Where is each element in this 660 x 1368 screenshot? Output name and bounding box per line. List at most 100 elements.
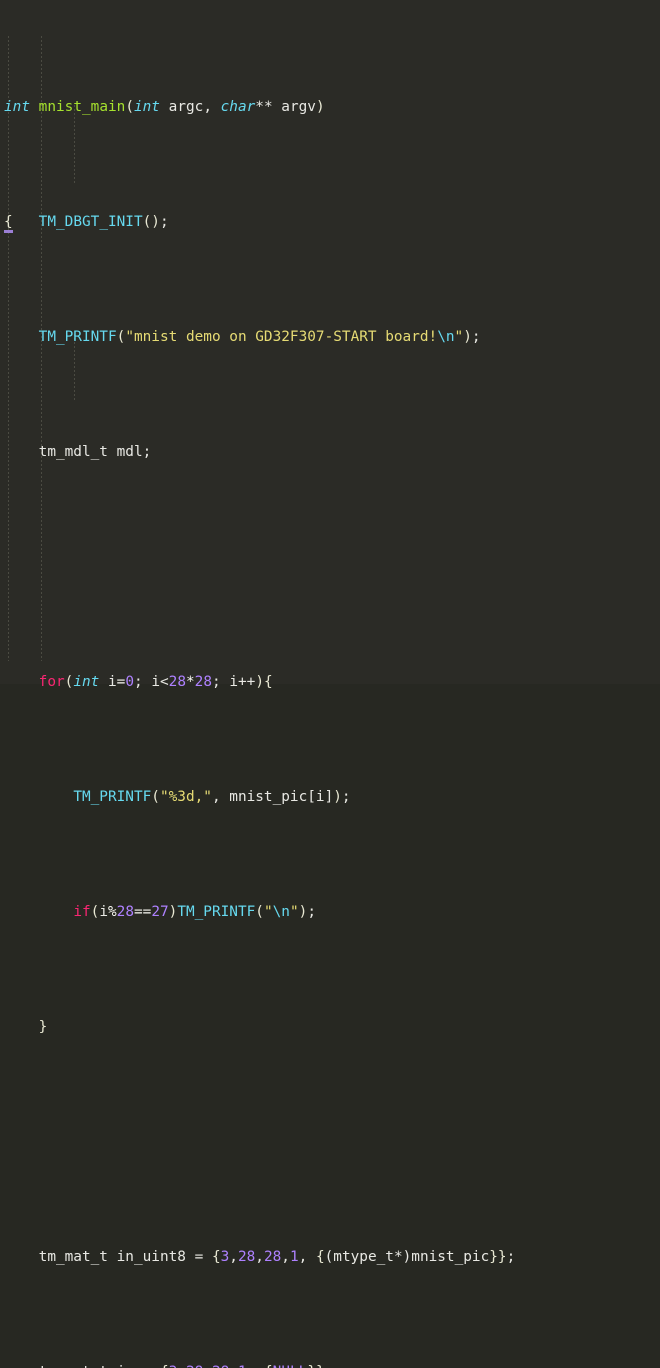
token-mod: %: [107, 904, 117, 920]
token-num-28: 28: [116, 904, 134, 920]
token-escape: \n: [437, 329, 455, 345]
token-num-28a: 28: [186, 1364, 203, 1368]
token-param-type: int: [133, 99, 160, 115]
token-comma2: ,: [255, 1249, 264, 1265]
token-paren-close: ): [333, 789, 342, 805]
token-mult: *: [186, 674, 195, 690]
token-call-dbgt-init: TM_DBGT_INIT: [38, 214, 143, 230]
token-brace-close: }}: [307, 1364, 324, 1368]
code-line-blank[interactable]: [0, 556, 660, 579]
token-parens: (): [142, 214, 160, 230]
token-comma: ,: [177, 1364, 186, 1368]
token-num-3: 3: [169, 1364, 178, 1368]
code-line[interactable]: { TM_DBGT_INIT();: [0, 211, 660, 234]
token-num-28a: 28: [237, 1249, 256, 1265]
token-semicolon: ;: [471, 329, 481, 345]
token-arr-mnist-pic: mnist_pic: [411, 1249, 490, 1265]
token-brace-close: }}: [489, 1249, 507, 1265]
token-paren2: (: [255, 904, 264, 920]
token-arr-access: mnist_pic[i]: [229, 789, 334, 805]
token-num-27: 27: [151, 904, 169, 920]
token-semicolon: ;: [506, 1249, 516, 1265]
token-comma: ,: [211, 789, 230, 805]
token-num-28b: 28: [212, 1364, 229, 1368]
token-open-brace: {: [264, 674, 273, 690]
token-num-1: 1: [238, 1364, 247, 1368]
token-num-1: 1: [289, 1249, 299, 1265]
token-close-brace: }: [38, 1019, 48, 1035]
token-assign: =: [185, 1249, 212, 1265]
token-escape: \n: [272, 904, 290, 920]
token-num-28a: 28: [168, 674, 186, 690]
code-line[interactable]: int mnist_main(int argc, char** argv): [0, 96, 660, 119]
token-incr: ; i++: [212, 674, 256, 690]
token-eq: ==: [133, 904, 152, 920]
token-brace-open: {: [160, 1364, 169, 1368]
token-semicolon: ; i<: [134, 674, 169, 690]
code-line[interactable]: }: [0, 1016, 660, 1039]
code-line[interactable]: TM_PRINTF("mnist demo on GD32F307-START …: [0, 326, 660, 349]
token-num-zero: 0: [125, 674, 135, 690]
token-space2: [160, 99, 169, 115]
token-string: "%3d,": [159, 789, 212, 805]
code-line[interactable]: tm_mat_t in = {3,28,28,1, {NULL}};: [0, 1361, 660, 1368]
token-stars: **: [255, 99, 282, 115]
code-content[interactable]: int mnist_main(int argc, char** argv) { …: [0, 0, 660, 1368]
code-line[interactable]: if(i%28==27)TM_PRINTF("\n");: [0, 901, 660, 924]
token-keyword-if: if: [73, 904, 91, 920]
token-comma4: ,: [298, 1249, 316, 1265]
code-line[interactable]: TM_PRINTF("%3d,", mnist_pic[i]);: [0, 786, 660, 809]
token-var-i: i: [108, 674, 117, 690]
token-brace-open2: {: [315, 1249, 325, 1265]
token-quote-close: ": [289, 904, 299, 920]
token-paren2-close: ): [298, 904, 308, 920]
token-type-mdl: tm_mdl_t: [38, 444, 108, 460]
token-call-printf: TM_PRINTF: [73, 789, 152, 805]
token-paren: (: [116, 329, 126, 345]
token-call-printf: TM_PRINTF: [38, 329, 117, 345]
token-semicolon: ;: [307, 904, 316, 920]
token-quote-open: ": [263, 904, 273, 920]
token-type-mat: tm_mat_t: [38, 1249, 108, 1265]
code-line[interactable]: for(int i=0; i<28*28; i++){: [0, 671, 660, 694]
token-paren-close: ): [463, 329, 472, 345]
code-line[interactable]: tm_mat_t in_uint8 = {3,28,28,1, {(mtype_…: [0, 1246, 660, 1269]
token-var-in: in: [117, 1364, 134, 1368]
code-line-blank[interactable]: [0, 1131, 660, 1154]
token-type-int: int: [4, 99, 30, 115]
token-function-name: mnist_main: [38, 99, 126, 115]
token-open-brace-matched[interactable]: {: [4, 214, 13, 233]
token-num-28b: 28: [194, 674, 212, 690]
token-param-argc: argc: [168, 99, 204, 115]
code-line[interactable]: tm_mdl_t mdl;: [0, 441, 660, 464]
token-null: NULL: [273, 1364, 308, 1368]
token-comma4: ,: [247, 1364, 264, 1368]
token-paren-close: ): [315, 99, 325, 115]
token-brace-open: {: [211, 1249, 221, 1265]
token-num-28b: 28: [263, 1249, 282, 1265]
code-editor[interactable]: int mnist_main(int argc, char** argv) { …: [0, 0, 660, 1368]
token-comma: ,: [229, 1249, 238, 1265]
token-semicolon: ;: [341, 789, 351, 805]
token-param-argv: argv: [281, 99, 316, 115]
token-comma3: ,: [229, 1364, 238, 1368]
token-num-3: 3: [220, 1249, 230, 1265]
token-assign: =: [134, 1364, 160, 1368]
token-semicolon: ;: [142, 444, 152, 460]
token-paren: (: [90, 904, 100, 920]
token-paren: (: [151, 789, 160, 805]
token-var-in-uint8: in_uint8: [116, 1249, 186, 1265]
